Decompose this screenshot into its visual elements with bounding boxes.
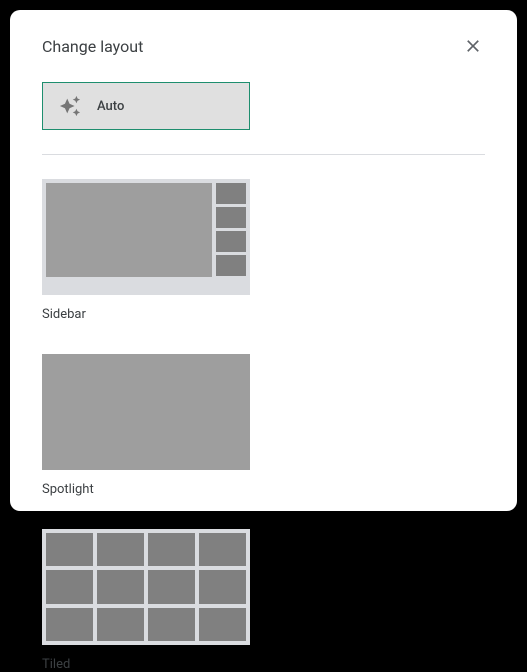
close-button[interactable] [461,34,485,58]
tiled-thumbnail [42,529,250,645]
layout-option-spotlight[interactable]: Spotlight [42,354,250,497]
layout-option-tiled[interactable]: Tiled [42,529,250,672]
divider [42,154,485,155]
close-icon [463,36,483,56]
layout-options: Sidebar Spotlight Tiled [26,179,501,672]
layout-option-sidebar[interactable]: Sidebar [42,179,250,322]
tiled-label: Tiled [42,657,250,672]
auto-layout-button[interactable]: Auto [42,82,250,130]
sidebar-thumbnail [42,179,250,295]
change-layout-dialog: Change layout Auto Sidebar Spotlight [10,10,517,511]
sidebar-label: Sidebar [42,307,250,322]
dialog-title: Change layout [42,37,143,56]
spotlight-label: Spotlight [42,482,250,497]
sparkle-icon [59,95,81,117]
dialog-header: Change layout [26,34,501,58]
auto-label: Auto [97,99,124,114]
spotlight-thumbnail [42,354,250,470]
